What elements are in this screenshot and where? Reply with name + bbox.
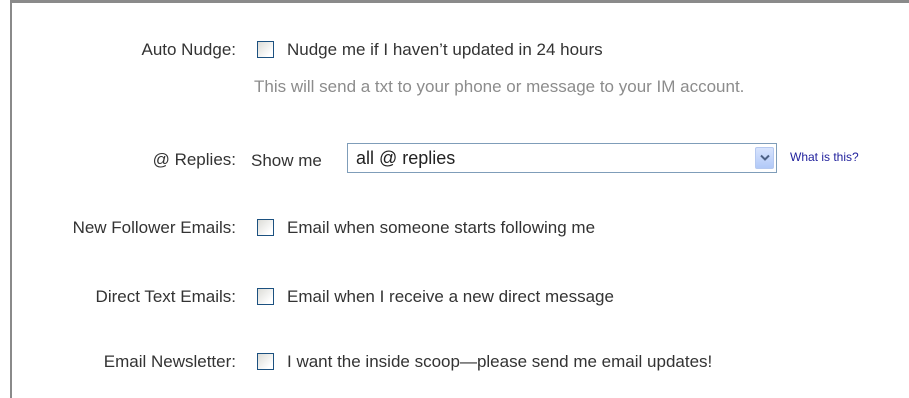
direct-text-emails-label: Direct Text Emails:: [95, 287, 236, 306]
email-newsletter-checkbox[interactable]: [257, 353, 274, 370]
replies-select-value: all @ replies: [356, 148, 456, 168]
replies-label: @ Replies:: [152, 150, 236, 169]
direct-text-emails-checkbox[interactable]: [257, 288, 274, 305]
replies-show-me-text: Show me: [251, 151, 322, 170]
auto-nudge-checkbox[interactable]: [257, 41, 274, 58]
panel-top-border: [10, 0, 909, 3]
new-follower-emails-checkbox[interactable]: [257, 219, 274, 236]
new-follower-emails-checkbox-label[interactable]: Email when someone starts following me: [287, 218, 595, 238]
auto-nudge-label: Auto Nudge:: [141, 40, 236, 59]
auto-nudge-note: This will send a txt to your phone or me…: [254, 77, 745, 96]
direct-text-emails-checkbox-label[interactable]: Email when I receive a new direct messag…: [287, 287, 614, 307]
panel-left-border: [10, 0, 12, 398]
auto-nudge-checkbox-label[interactable]: Nudge me if I haven’t updated in 24 hour…: [287, 40, 603, 60]
email-newsletter-label: Email Newsletter:: [103, 352, 236, 371]
chevron-down-icon[interactable]: [755, 147, 774, 169]
new-follower-emails-label: New Follower Emails:: [72, 218, 236, 237]
what-is-this-link[interactable]: What is this?: [790, 150, 859, 164]
settings-panel: Auto Nudge: Nudge me if I haven’t update…: [0, 0, 909, 398]
replies-select[interactable]: all @ replies: [347, 143, 777, 173]
email-newsletter-checkbox-label[interactable]: I want the inside scoop—please send me e…: [287, 352, 712, 372]
